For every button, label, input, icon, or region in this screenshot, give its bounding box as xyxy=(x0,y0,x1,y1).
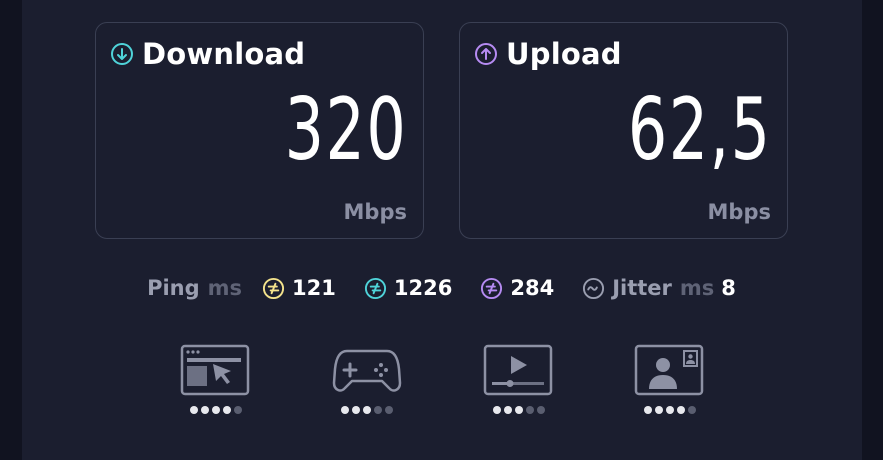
download-title: Download xyxy=(142,37,306,71)
jitter-value: 8 xyxy=(721,276,736,300)
ping-label: Ping xyxy=(147,276,200,300)
video-streaming-rating xyxy=(483,406,555,414)
ping-upload-icon xyxy=(481,277,503,299)
download-card: Download 320 Mbps xyxy=(95,22,424,239)
app-quality-ratings xyxy=(0,344,883,424)
rating-dot-filled xyxy=(341,406,349,414)
rating-dot-empty xyxy=(374,406,382,414)
ping-idle-value: 121 xyxy=(292,276,336,300)
rating-dot-filled xyxy=(677,406,685,414)
rating-dot-empty xyxy=(537,406,545,414)
ping-download-icon xyxy=(364,277,386,299)
rating-dot-empty xyxy=(688,406,696,414)
app-gaming xyxy=(331,344,403,424)
rating-dot-filled xyxy=(493,406,501,414)
rating-dot-empty xyxy=(234,406,242,414)
rating-dot-filled xyxy=(223,406,231,414)
rating-dot-filled xyxy=(363,406,371,414)
rating-dot-filled xyxy=(504,406,512,414)
web-browsing-icon xyxy=(180,344,250,396)
rating-dot-filled xyxy=(201,406,209,414)
rating-dot-empty xyxy=(526,406,534,414)
ping-download-value: 1226 xyxy=(393,276,453,300)
browsing-rating xyxy=(180,406,252,414)
rating-dot-empty xyxy=(385,406,393,414)
rating-dot-filled xyxy=(644,406,652,414)
ping-unit: ms xyxy=(207,276,243,300)
ping-upload: 284 xyxy=(480,276,554,300)
download-header: Download xyxy=(110,37,305,71)
rating-dot-filled xyxy=(655,406,663,414)
ping-download: 1226 xyxy=(364,276,452,300)
latency-stats: Ping ms 121 1226 284 Jitter ms 8 xyxy=(0,276,883,300)
jitter-label: Jitter xyxy=(612,276,672,300)
jitter-wave-icon xyxy=(583,277,605,299)
arrow-down-circle-icon xyxy=(111,43,133,65)
upload-card: Upload 62,5 Mbps xyxy=(459,22,788,239)
app-video-call xyxy=(634,344,706,424)
ping-idle-icon xyxy=(263,277,285,299)
upload-header: Upload xyxy=(474,37,622,71)
app-browsing xyxy=(180,344,252,424)
arrow-up-circle-icon xyxy=(475,43,497,65)
ping-upload-value: 284 xyxy=(510,276,555,300)
video-call-icon xyxy=(634,344,704,396)
rating-dot-filled xyxy=(666,406,674,414)
video-call-rating xyxy=(634,406,706,414)
upload-unit: Mbps xyxy=(707,200,771,224)
jitter: Jitter ms 8 xyxy=(582,276,736,300)
gaming-rating xyxy=(331,406,403,414)
rating-dot-filled xyxy=(515,406,523,414)
upload-title: Upload xyxy=(506,37,622,71)
download-unit: Mbps xyxy=(343,200,407,224)
app-video-streaming xyxy=(483,344,555,424)
jitter-unit: ms xyxy=(679,276,715,300)
video-streaming-icon xyxy=(483,344,553,396)
ping-idle: 121 xyxy=(262,276,336,300)
ping-label-group: Ping ms xyxy=(147,276,242,300)
rating-dot-filled xyxy=(212,406,220,414)
rating-dot-filled xyxy=(190,406,198,414)
upload-value: 62,5 xyxy=(627,80,771,180)
rating-dot-filled xyxy=(352,406,360,414)
download-value: 320 xyxy=(284,80,407,180)
gaming-controller-icon xyxy=(332,349,402,392)
